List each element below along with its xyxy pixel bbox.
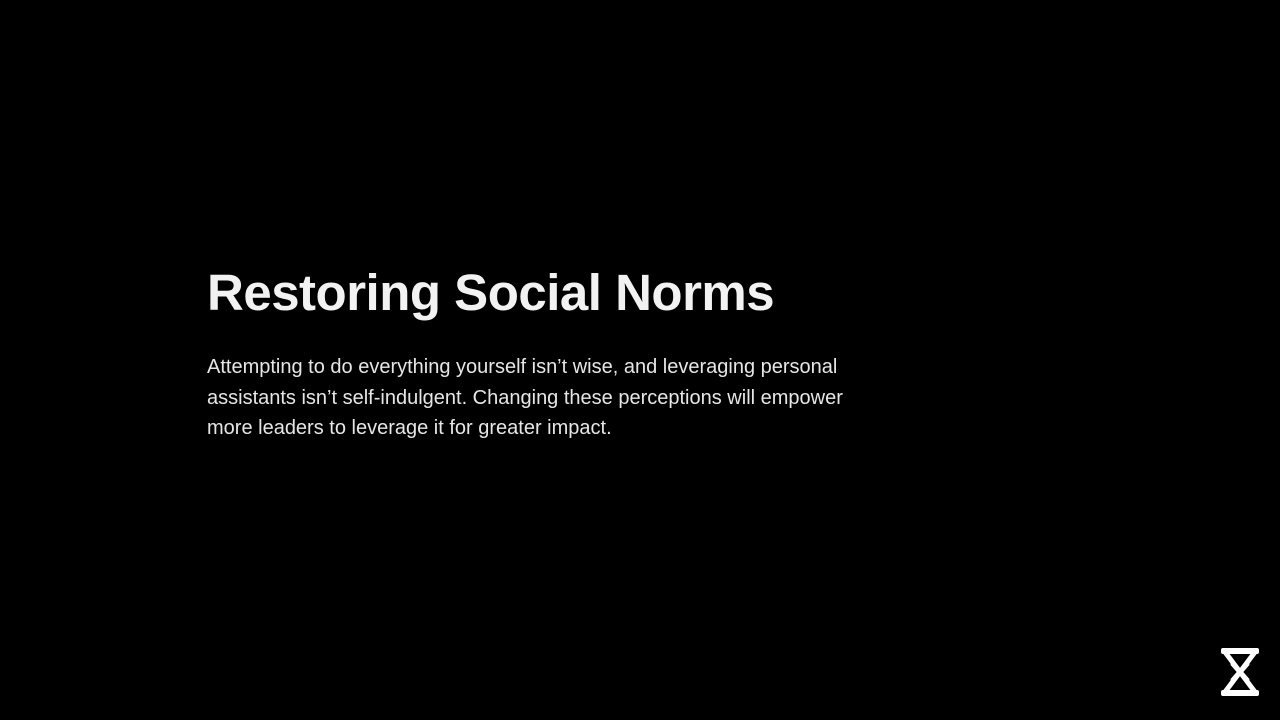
slide: Restoring Social Norms Attempting to do … [0,0,1280,720]
slide-title: Restoring Social Norms [207,264,775,321]
hourglass-logo-icon [1221,648,1259,696]
slide-body-text: Attempting to do everything yourself isn… [207,356,843,439]
slide-content: Restoring Social Norms Attempting to do … [207,262,887,444]
